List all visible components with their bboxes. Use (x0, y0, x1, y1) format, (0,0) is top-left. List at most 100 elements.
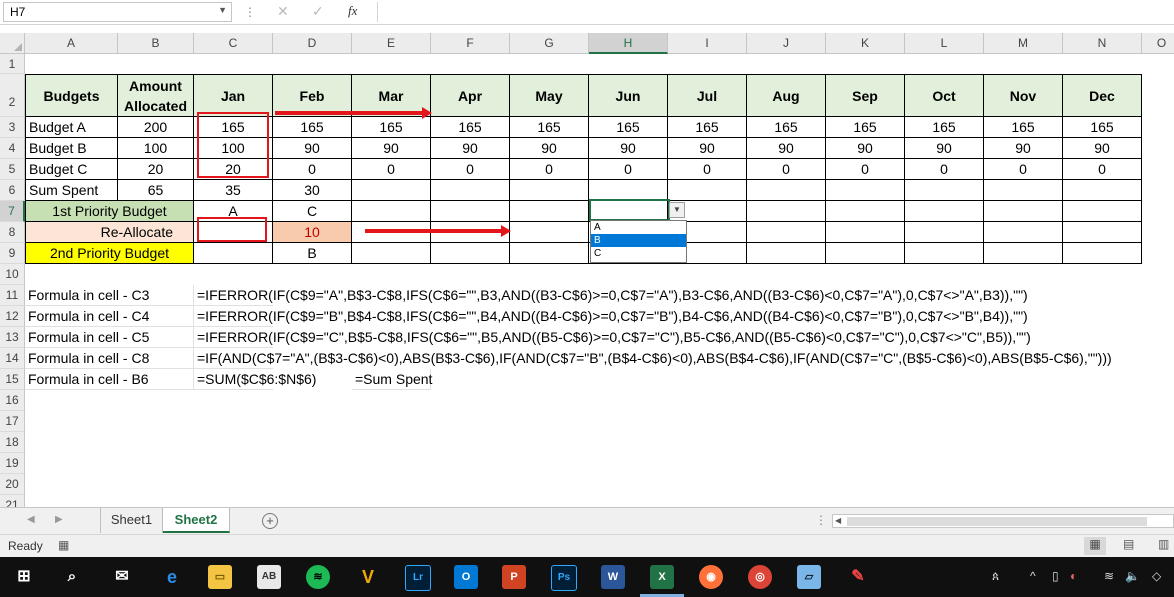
value-cell[interactable] (747, 180, 826, 201)
column-header[interactable]: E (352, 33, 431, 54)
tab-sheet2[interactable]: Sheet2 (163, 508, 230, 533)
formula-text-cell[interactable]: =IFERROR(IF(C$9="C",B$5-C$8,IFS(C$6="",B… (194, 327, 1031, 348)
empty-cell[interactable] (905, 243, 984, 264)
scroll-right-icon[interactable]: ▶ (55, 514, 63, 525)
table-header-cell[interactable]: Nov (984, 74, 1063, 117)
priority1-feb-cell[interactable]: C (273, 201, 352, 222)
row-header[interactable]: 14 (0, 348, 25, 369)
row-header[interactable]: 13 (0, 327, 25, 348)
normal-view-icon[interactable]: ▦ (1084, 537, 1106, 555)
row-header[interactable]: 17 (0, 411, 25, 432)
edge-browser-icon[interactable]: e (160, 565, 184, 589)
column-header[interactable]: K (826, 33, 905, 54)
row-header[interactable]: 11 (0, 285, 25, 306)
scroll-left-icon[interactable]: ◀ (27, 514, 35, 525)
row-header[interactable]: 4 (0, 138, 25, 159)
formula-input[interactable] (377, 2, 1174, 22)
value-cell[interactable]: 90 (668, 138, 747, 159)
row-header[interactable]: 19 (0, 453, 25, 474)
value-cell[interactable]: 30 (273, 180, 352, 201)
powerpoint-icon[interactable]: P (502, 565, 526, 589)
value-cell[interactable]: 20 (118, 159, 194, 180)
column-header[interactable]: F (431, 33, 510, 54)
formula-label-cell[interactable]: Formula in cell - C3 (25, 285, 194, 306)
empty-cell[interactable] (352, 243, 431, 264)
table-header-cell[interactable]: Oct (905, 74, 984, 117)
column-header[interactable]: C (194, 33, 273, 54)
file-explorer-icon[interactable]: ▭ (208, 565, 232, 589)
mail-icon[interactable]: ✉ (110, 565, 134, 589)
value-cell[interactable]: 0 (668, 159, 747, 180)
value-cell[interactable] (826, 180, 905, 201)
formula-text-cell[interactable]: =IFERROR(IF(C$9="A",B$3-C$8,IFS(C$6="",B… (194, 285, 1028, 306)
row-header[interactable]: 1 (0, 54, 25, 74)
firefox-icon[interactable]: ◉ (699, 565, 723, 589)
row-label-cell[interactable]: Budget B (25, 138, 118, 159)
value-cell[interactable]: 0 (905, 159, 984, 180)
row-header[interactable]: 12 (0, 306, 25, 327)
value-cell[interactable]: 0 (273, 159, 352, 180)
table-header-cell[interactable]: Budgets (25, 74, 118, 117)
table-header-cell[interactable]: Aug (747, 74, 826, 117)
value-cell[interactable]: 200 (118, 117, 194, 138)
formula-label-cell[interactable]: Formula in cell - C8 (25, 348, 194, 369)
search-icon[interactable]: ⌕ (60, 565, 84, 589)
value-cell[interactable]: 0 (1063, 159, 1142, 180)
value-cell[interactable]: 165 (589, 117, 668, 138)
page-break-icon[interactable]: ▥ (1158, 537, 1169, 551)
row-header[interactable]: 8 (0, 222, 25, 243)
row-label-cell[interactable]: Sum Spent (25, 180, 118, 201)
empty-cell[interactable] (984, 222, 1063, 243)
people-icon[interactable]: ጰ (992, 569, 999, 584)
value-cell[interactable]: 165 (905, 117, 984, 138)
page-layout-icon[interactable]: ▤ (1123, 537, 1134, 551)
excel-icon[interactable]: X (650, 565, 674, 589)
table-header-cell[interactable]: Jan (194, 74, 273, 117)
formula-label-cell[interactable]: Formula in cell - B6 (25, 369, 194, 390)
enter-icon[interactable]: ✓ (312, 3, 324, 20)
validation-dropdown-list[interactable]: ABC (590, 220, 687, 263)
value-cell[interactable]: 165 (273, 117, 352, 138)
splitter-icon[interactable]: ⋮ (815, 513, 827, 527)
chevron-down-icon[interactable]: ▼ (218, 5, 227, 15)
formula-label-cell[interactable]: Formula in cell - C5 (25, 327, 194, 348)
empty-cell[interactable] (984, 201, 1063, 222)
scroll-left-arrow-icon[interactable]: ◀ (835, 516, 841, 525)
value-cell[interactable]: 165 (1063, 117, 1142, 138)
value-cell[interactable]: 165 (747, 117, 826, 138)
table-header-cell[interactable]: Jul (668, 74, 747, 117)
usb-icon[interactable]: ▯ (1052, 569, 1059, 583)
word-icon[interactable]: W (601, 565, 625, 589)
table-header-cell[interactable]: Sep (826, 74, 905, 117)
value-cell[interactable]: 0 (984, 159, 1063, 180)
value-cell[interactable]: 90 (1063, 138, 1142, 159)
macro-record-icon[interactable]: ▦ (58, 538, 69, 552)
value-cell[interactable]: 0 (352, 159, 431, 180)
value-cell[interactable]: 165 (984, 117, 1063, 138)
formula-label-cell[interactable]: Formula in cell - C4 (25, 306, 194, 327)
chevron-up-icon[interactable]: ^ (1030, 569, 1036, 583)
worksheet-grid[interactable]: ABCDEFGHIJKLMNO 1 2 3 4 5 6 7 8 9 10 11 12 13 14 15 16 1… (0, 33, 1174, 507)
empty-cell[interactable] (826, 222, 905, 243)
empty-cell[interactable] (826, 201, 905, 222)
row-header[interactable]: 9 (0, 243, 25, 264)
spotify-icon[interactable]: ≋ (306, 565, 330, 589)
volume-icon[interactable]: 🔈 (1125, 569, 1140, 583)
value-cell[interactable]: 90 (510, 138, 589, 159)
table-header-cell[interactable]: Dec (1063, 74, 1142, 117)
column-header[interactable]: G (510, 33, 589, 54)
value-cell[interactable]: 165 (668, 117, 747, 138)
column-header[interactable]: D (273, 33, 352, 54)
value-cell[interactable] (431, 180, 510, 201)
value-cell[interactable]: 65 (118, 180, 194, 201)
value-cell[interactable]: 0 (431, 159, 510, 180)
column-header[interactable]: B (118, 33, 194, 54)
value-cell[interactable]: 100 (118, 138, 194, 159)
priority2-jan-cell[interactable] (194, 243, 273, 264)
reallocate-label-cell[interactable]: Re-Allocate (25, 222, 194, 243)
value-cell[interactable] (668, 180, 747, 201)
value-cell[interactable]: 165 (431, 117, 510, 138)
column-header[interactable]: H (589, 33, 668, 54)
value-cell[interactable] (1063, 180, 1142, 201)
column-header[interactable]: M (984, 33, 1063, 54)
